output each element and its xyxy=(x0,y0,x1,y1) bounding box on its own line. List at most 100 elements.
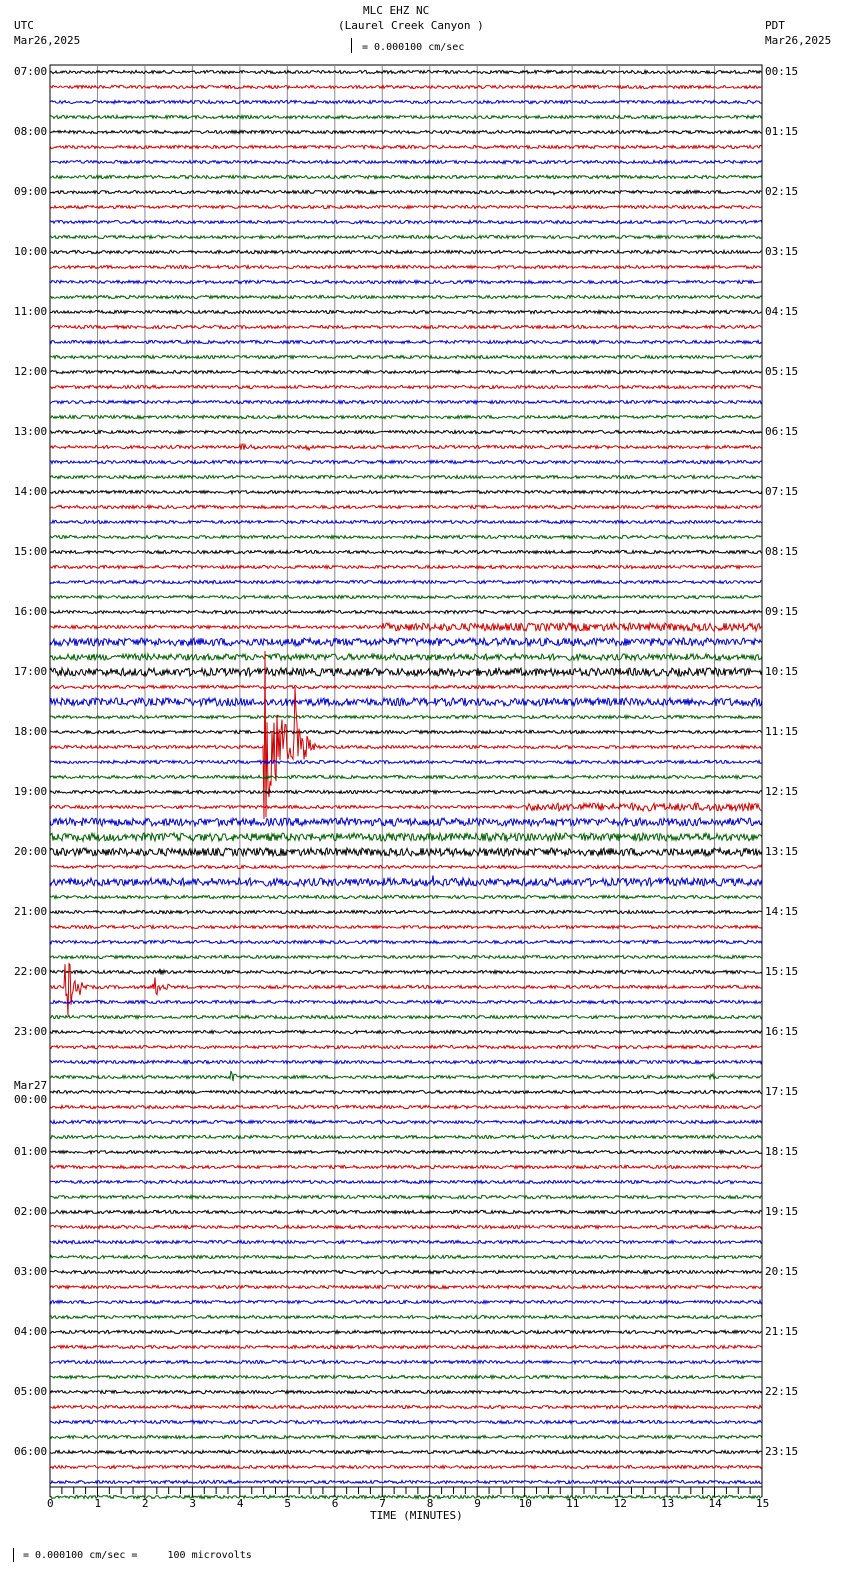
trace-line xyxy=(49,84,763,91)
trace-line xyxy=(49,831,763,843)
trace-line xyxy=(49,173,763,181)
trace-line xyxy=(49,938,763,946)
trace-line xyxy=(49,1448,763,1456)
right-time-label: 12:15 xyxy=(765,785,799,798)
x-tick-label: 6 xyxy=(331,1497,339,1510)
left-time-label: 19:00 xyxy=(14,785,48,798)
trace-line xyxy=(49,399,763,406)
trace-line xyxy=(49,324,763,330)
trace-line xyxy=(49,68,763,76)
trace-line xyxy=(49,1254,763,1260)
x-tick-label: 2 xyxy=(141,1497,149,1510)
left-time-label: 01:00 xyxy=(14,1145,48,1158)
trace-line xyxy=(49,1344,763,1350)
trace-line xyxy=(49,113,763,121)
trace-line xyxy=(49,129,763,135)
trace-line xyxy=(49,1209,763,1216)
trace-line xyxy=(49,158,763,166)
trace-line xyxy=(49,203,763,211)
trace-line xyxy=(49,713,763,721)
trace-line xyxy=(49,1044,763,1050)
trace-line xyxy=(49,1193,763,1201)
plot-frame xyxy=(49,64,763,1488)
x-tick-label: 10 xyxy=(518,1497,532,1510)
left-time-label: 03:00 xyxy=(14,1265,48,1278)
x-tick-label: 14 xyxy=(708,1497,722,1510)
trace-line xyxy=(49,621,763,633)
left-time-label: 21:00 xyxy=(14,905,48,918)
trace-line xyxy=(49,233,763,241)
trace-line xyxy=(49,801,763,813)
left-time-label: 16:00 xyxy=(14,605,48,618)
trace-line xyxy=(49,278,763,286)
trace-line xyxy=(49,413,763,421)
trace-line xyxy=(49,459,763,465)
left-time-label: 02:00 xyxy=(14,1205,48,1218)
trace-line xyxy=(49,846,763,858)
right-time-label: 01:15 xyxy=(765,125,799,138)
trace-line xyxy=(49,1313,763,1320)
trace-line xyxy=(49,908,763,915)
trace-line xyxy=(49,1373,763,1381)
left-time-label: 04:00 xyxy=(14,1325,48,1338)
trace-line xyxy=(49,188,763,196)
trace-line xyxy=(49,1388,763,1395)
trace-line xyxy=(49,1179,763,1185)
x-tick-label: 7 xyxy=(379,1497,386,1510)
left-time-label: 08:00 xyxy=(14,125,48,138)
right-time-label: 02:15 xyxy=(765,185,799,198)
trace-line xyxy=(49,293,763,300)
left-time-label: 20:00 xyxy=(14,845,48,858)
trace-line xyxy=(49,1029,763,1036)
trace-line xyxy=(49,1133,763,1140)
trace-line xyxy=(49,353,763,361)
trace-line xyxy=(49,1070,763,1082)
trace-line xyxy=(49,1239,763,1246)
x-tick-label: 1 xyxy=(94,1497,102,1510)
trace-line xyxy=(50,1328,763,1336)
trace-line xyxy=(49,338,763,346)
trace-line xyxy=(49,1479,763,1485)
trace-line xyxy=(49,759,763,765)
right-time-label: 19:15 xyxy=(765,1205,799,1218)
left-time-label: 18:00 xyxy=(14,725,48,738)
right-time-label: 11:15 xyxy=(765,725,799,738)
right-time-label: 18:15 xyxy=(765,1145,799,1158)
trace-line xyxy=(49,684,763,690)
trace-line xyxy=(49,263,763,271)
left-time-label: 22:00 xyxy=(14,965,48,978)
trace-line xyxy=(49,728,763,735)
x-tick-label: 5 xyxy=(284,1497,291,1510)
trace-line xyxy=(49,666,763,678)
left-time-label: 23:00 xyxy=(14,1025,48,1038)
trace-line xyxy=(49,1148,763,1156)
trace-line xyxy=(49,875,763,888)
left-time-label: 17:00 xyxy=(14,665,48,678)
right-time-label: 05:15 xyxy=(765,365,799,378)
trace-line xyxy=(49,1464,763,1471)
trace-line xyxy=(49,428,763,436)
right-time-label: 10:15 xyxy=(765,665,799,678)
x-tick-label: 4 xyxy=(236,1497,244,1510)
left-time-label: 11:00 xyxy=(14,305,48,318)
trace-line xyxy=(49,696,763,708)
x-tick-label: 13 xyxy=(661,1497,675,1510)
right-time-label: 16:15 xyxy=(765,1025,799,1038)
trace-line xyxy=(49,369,763,376)
trace-line xyxy=(49,1163,763,1170)
right-time-label: 14:15 xyxy=(765,905,799,918)
x-tick-label: 11 xyxy=(566,1497,580,1510)
right-time-label: 09:15 xyxy=(765,605,799,618)
trace-line xyxy=(49,1419,763,1425)
right-time-label: 20:15 xyxy=(765,1265,799,1278)
seismogram-plot xyxy=(49,64,763,1501)
x-tick-label: 8 xyxy=(426,1497,434,1510)
trace-line xyxy=(49,1223,763,1231)
trace-line xyxy=(49,579,763,585)
left-time-label: 10:00 xyxy=(14,245,48,258)
right-time-label: 07:15 xyxy=(765,485,799,498)
trace-line xyxy=(49,442,763,452)
right-time-label: 22:15 xyxy=(765,1385,799,1398)
trace-line xyxy=(49,1434,763,1441)
trace-line xyxy=(49,998,763,1006)
